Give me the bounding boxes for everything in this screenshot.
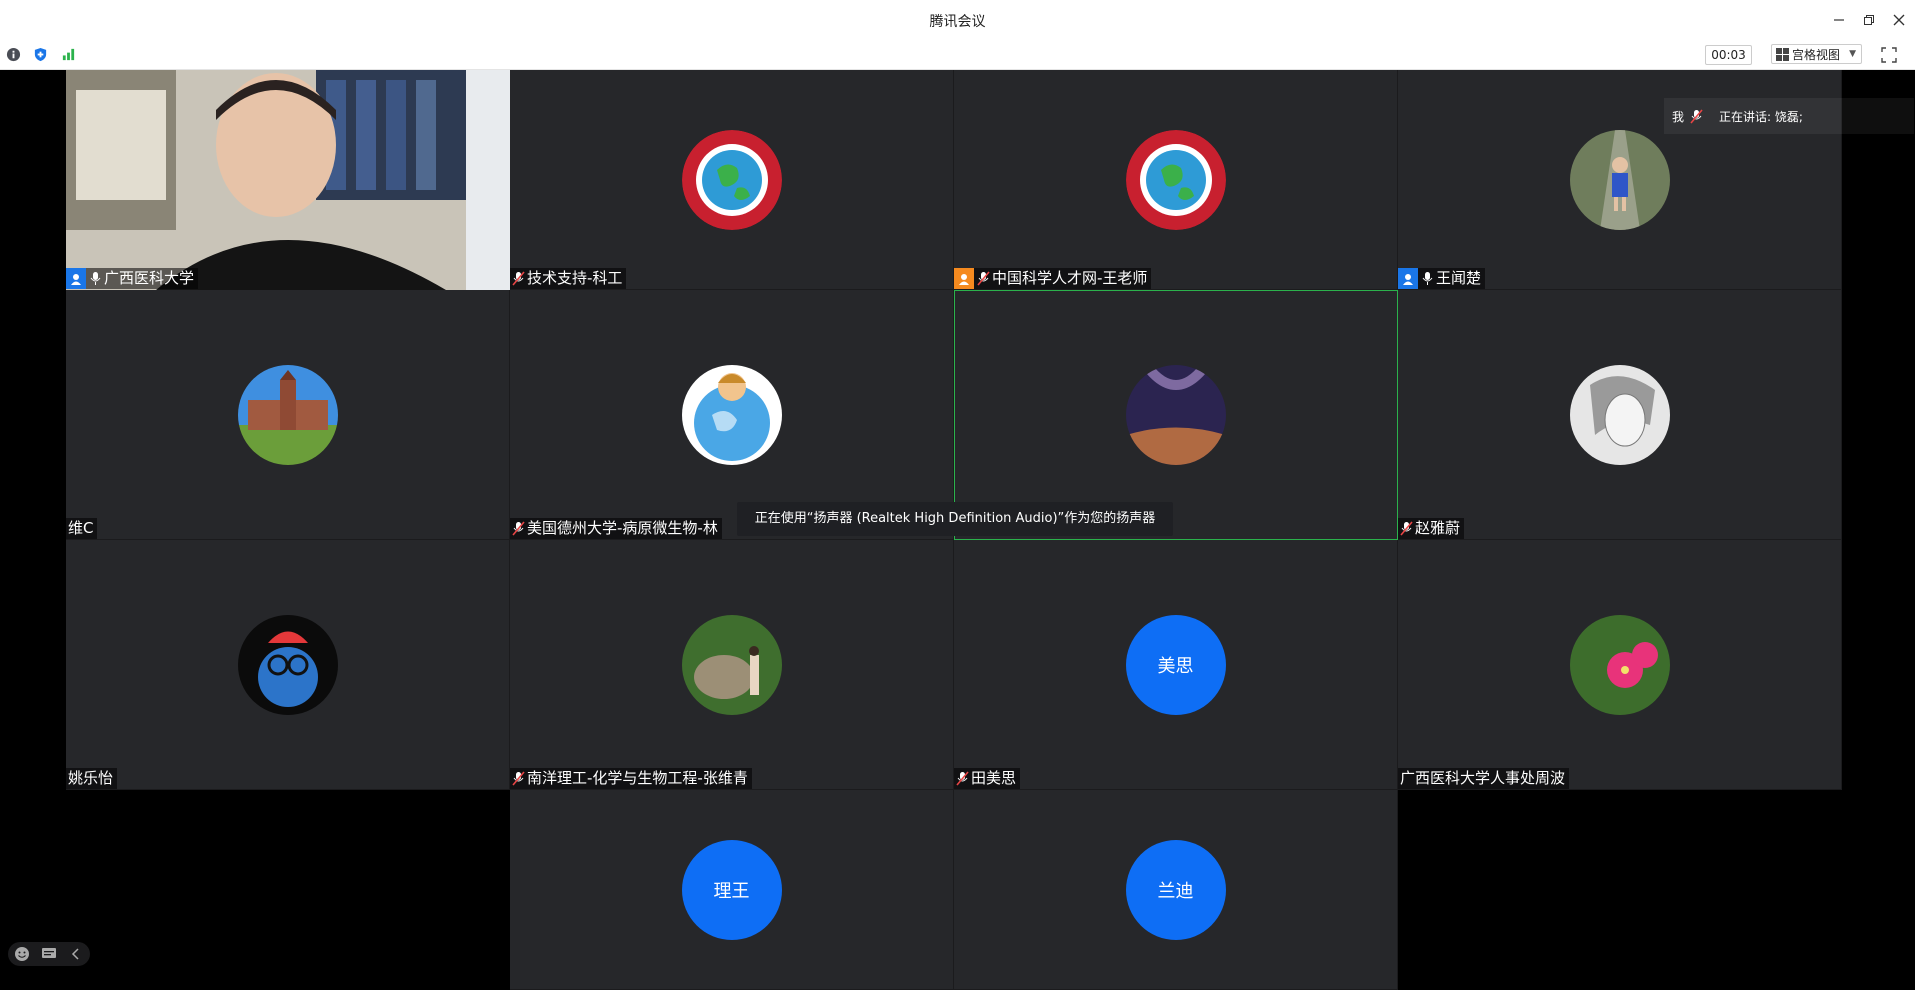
shield-icon[interactable] — [33, 47, 48, 62]
mic-icon — [1422, 272, 1433, 285]
organization-logo-avatar — [1125, 129, 1226, 230]
participant-name: 维C — [68, 519, 94, 537]
participant-name: 广西医科大学人事处周波 — [1400, 769, 1566, 787]
participant-tile[interactable]: 维C — [66, 290, 510, 540]
participant-name: 美国德州大学-病原微生物-林 — [527, 519, 718, 537]
restore-button[interactable] — [1855, 6, 1883, 34]
emoji-icon[interactable] — [14, 946, 30, 962]
video-feed — [66, 70, 510, 290]
photo-avatar — [237, 364, 338, 465]
window-title: 腾讯会议 — [929, 14, 986, 30]
fullscreen-icon[interactable] — [1880, 46, 1898, 64]
mic-muted-icon[interactable] — [1690, 108, 1703, 124]
minimize-button[interactable] — [1825, 6, 1853, 34]
host-badge — [66, 268, 86, 289]
mic-muted-icon — [1400, 521, 1413, 536]
participant-tile[interactable]: 广西医科大学 — [66, 70, 510, 290]
cohost-badge — [954, 268, 974, 289]
participant-name-tag: 姚乐怡 — [66, 768, 118, 789]
self-label: 我 — [1672, 109, 1685, 124]
chat-icon[interactable] — [41, 946, 57, 962]
restore-icon — [1864, 15, 1874, 25]
user-icon — [1403, 273, 1413, 285]
mic-muted-icon — [512, 521, 525, 536]
title-bar: 腾讯会议 — [0, 0, 1915, 40]
toy-avatar — [237, 614, 338, 715]
photo-avatar — [1569, 129, 1670, 230]
mic-icon — [90, 272, 101, 285]
participant-name-tag: 技术支持-科工 — [510, 268, 627, 289]
photo-avatar — [681, 614, 782, 715]
participant-tile[interactable]: 理王 — [510, 790, 954, 990]
participant-tile[interactable]: 赵雅蔚 — [1398, 290, 1842, 540]
host-badge — [1398, 268, 1418, 289]
chevron-down-icon: ▼ — [1849, 49, 1856, 59]
minimize-icon — [1834, 19, 1844, 21]
text-avatar: 兰迪 — [1125, 839, 1226, 940]
bottom-left-controls — [8, 942, 90, 966]
participant-tile[interactable]: 中国科学人才网-王老师 — [954, 70, 1398, 290]
participant-name-tag: 南洋理工-化学与生物工程-张维青 — [510, 768, 752, 789]
user-icon — [959, 273, 969, 285]
participant-name: 技术支持-科工 — [527, 269, 623, 287]
participant-name-tag: 广西医科大学 — [66, 268, 199, 289]
participant-name-tag: 王闻楚 — [1398, 268, 1486, 289]
mic-muted-icon — [512, 271, 525, 286]
speaker-toast: 正在使用“扬声器 (Realtek High Definition Audio)… — [737, 502, 1173, 536]
participant-name: 南洋理工-化学与生物工程-张维青 — [527, 769, 748, 787]
participant-tile[interactable]: 技术支持-科工 — [510, 70, 954, 290]
participant-name-tag: 广西医科大学人事处周波 — [1398, 768, 1570, 789]
text-avatar: 美思 — [1125, 614, 1226, 715]
organization-logo-avatar — [681, 129, 782, 230]
info-icon[interactable] — [6, 47, 21, 62]
participant-name: 田美思 — [971, 769, 1017, 787]
participant-tile[interactable]: 美思 田美思 — [954, 540, 1398, 790]
meeting-timer: 00:03 — [1705, 45, 1752, 65]
signal-icon[interactable] — [61, 47, 76, 62]
participant-name-tag: 赵雅蔚 — [1398, 518, 1465, 539]
photo-avatar — [1126, 365, 1226, 465]
mic-muted-icon — [956, 771, 969, 786]
text-avatar: 理王 — [681, 839, 782, 940]
user-icon — [71, 273, 81, 285]
mic-muted-icon — [512, 771, 525, 786]
participant-name: 中国科学人才网-王老师 — [992, 269, 1148, 287]
participant-name-tag: 田美思 — [954, 768, 1021, 789]
participant-name: 姚乐怡 — [68, 769, 114, 787]
participant-tile[interactable]: 兰迪 — [954, 790, 1398, 990]
mic-muted-icon — [977, 271, 990, 286]
participant-name: 王闻楚 — [1436, 269, 1482, 287]
cartoon-avatar — [681, 364, 782, 465]
participant-name: 赵雅蔚 — [1415, 519, 1461, 537]
view-mode-dropdown[interactable]: 宫格视图 ▼ — [1771, 44, 1862, 64]
participant-name-tag: 美国德州大学-病原微生物-林 — [510, 518, 722, 539]
participant-tile[interactable]: 南洋理工-化学与生物工程-张维青 — [510, 540, 954, 790]
speaking-indicator: 我 正在讲话: 饶磊; — [1664, 98, 1914, 134]
participant-name: 广西医科大学 — [104, 269, 195, 287]
close-icon — [1893, 14, 1905, 26]
chevron-left-icon[interactable] — [68, 946, 84, 962]
participant-name-tag: 维C — [66, 518, 98, 539]
meeting-toolbar: 00:03 宫格视图 ▼ — [0, 40, 1915, 70]
photo-avatar — [1569, 614, 1670, 715]
participant-name-tag: 中国科学人才网-王老师 — [954, 268, 1152, 289]
sketch-avatar — [1569, 364, 1670, 465]
participant-tile[interactable]: 姚乐怡 — [66, 540, 510, 790]
view-mode-label: 宫格视图 — [1792, 47, 1841, 62]
grid-view-icon — [1776, 47, 1789, 61]
participant-tile[interactable]: 广西医科大学人事处周波 — [1398, 540, 1842, 790]
close-button[interactable] — [1885, 6, 1913, 34]
active-speaker-label: 正在讲话: 饶磊; — [1719, 109, 1803, 124]
